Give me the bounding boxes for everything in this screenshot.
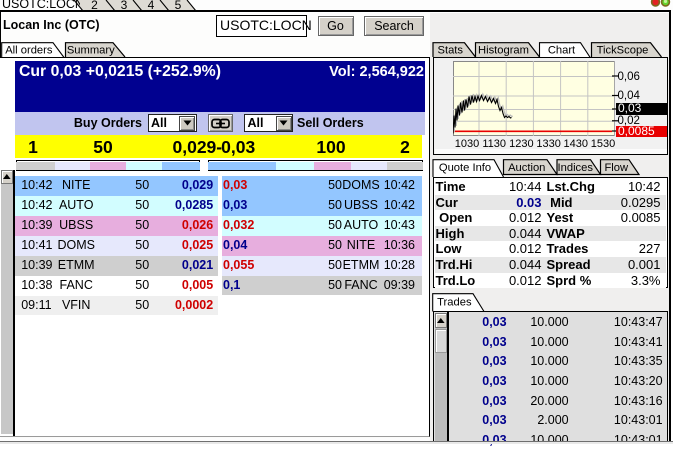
svg-text:All orders: All orders (5, 45, 53, 57)
svg-text:USOTC:LOCN: USOTC:LOCN (2, 0, 80, 11)
svg-text:5: 5 (175, 0, 182, 11)
svg-text:Auction: Auction (508, 162, 545, 174)
svg-text:3: 3 (121, 0, 128, 11)
svg-text:Chart: Chart (547, 45, 575, 57)
svg-text:2: 2 (91, 0, 98, 11)
svg-text:Quote Info: Quote Info (438, 162, 490, 174)
svg-text:Histogram: Histogram (478, 45, 529, 57)
svg-text:Flow: Flow (604, 162, 629, 174)
svg-text:4: 4 (148, 0, 155, 11)
svg-text:Summary: Summary (67, 45, 115, 57)
svg-text:TickScope: TickScope (596, 45, 648, 57)
svg-text:Indices: Indices (557, 162, 593, 174)
svg-text:Trades: Trades (437, 297, 472, 309)
svg-text:Stats: Stats (437, 45, 463, 57)
